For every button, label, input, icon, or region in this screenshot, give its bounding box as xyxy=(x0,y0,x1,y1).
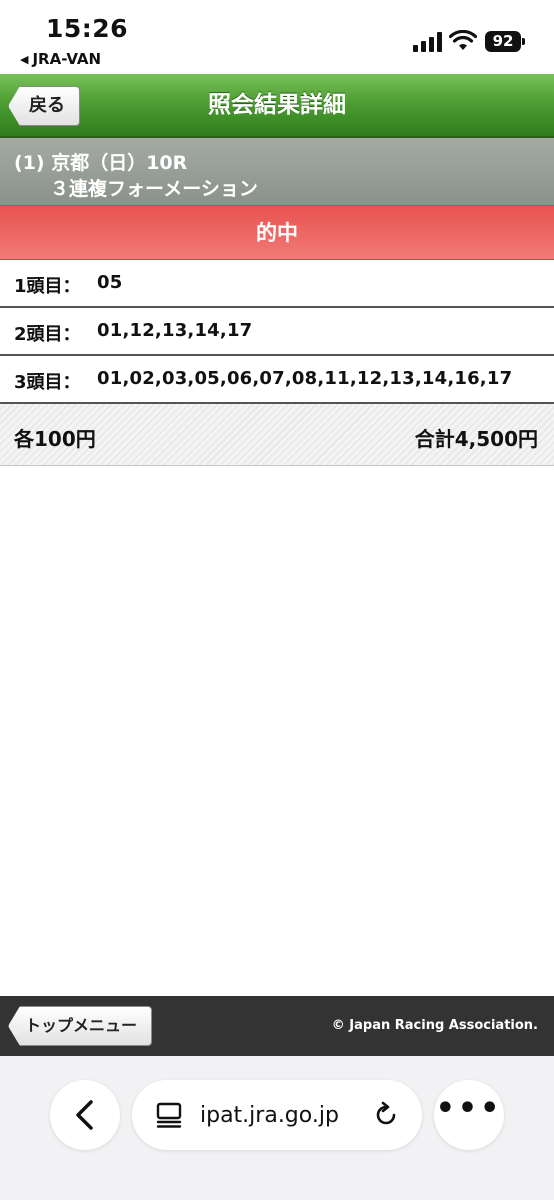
total-amount: 合計4,500円 xyxy=(414,427,538,451)
page-menu-icon xyxy=(156,1102,182,1128)
footer: トップメニュー © Japan Racing Association. xyxy=(0,996,554,1056)
url-text: ipat.jra.go.jp xyxy=(200,1103,339,1128)
race-info: (1) 京都（日）10R ３連複フォーメーション xyxy=(0,138,554,206)
back-button[interactable]: 戻る xyxy=(8,86,80,126)
list-item: 3頭目： 01,02,03,05,06,07,08,11,12,13,14,16… xyxy=(0,356,554,404)
app-header: 照会結果詳細 戻る xyxy=(0,74,554,138)
row-value: 01,02,03,05,06,07,08,11,12,13,14,16,17 xyxy=(97,368,513,389)
selection-list: 1頭目： 05 2頭目： 01,12,13,14,17 3頭目： 01,02,0… xyxy=(0,260,554,404)
row-label: 1頭目： xyxy=(14,276,81,297)
back-app-label: JRA-VAN xyxy=(32,50,102,68)
row-label: 3頭目： xyxy=(14,372,81,393)
battery-icon: 92 xyxy=(485,31,521,52)
list-item: 2頭目： 01,12,13,14,17 xyxy=(0,308,554,356)
page: 15:26 ◀ JRA-VAN 92 照会結果詳細 戻る (1) 京都（日）10… xyxy=(0,0,554,1200)
reload-icon[interactable] xyxy=(372,1101,400,1129)
result-banner: 的中 xyxy=(0,206,554,260)
page-title: 照会結果詳細 xyxy=(208,92,346,118)
battery-tip xyxy=(522,38,525,45)
wifi-icon xyxy=(449,30,477,50)
back-triangle-icon: ◀ xyxy=(20,52,29,66)
unit-amount: 各100円 xyxy=(14,427,96,451)
race-venue: (1) 京都（日）10R xyxy=(14,152,188,174)
cellular-signal-icon xyxy=(413,30,443,52)
top-menu-button[interactable]: トップメニュー xyxy=(8,1006,152,1046)
list-item: 1頭目： 05 xyxy=(0,260,554,308)
row-label: 2頭目： xyxy=(14,324,81,345)
totals-bar: 各100円 合計4,500円 xyxy=(0,404,554,466)
copyright-text: © Japan Racing Association. xyxy=(331,1018,538,1033)
browser-toolbar: ipat.jra.go.jp ••• xyxy=(0,1056,554,1200)
browser-back-button[interactable] xyxy=(50,1080,120,1150)
more-options-button[interactable]: ••• xyxy=(434,1080,504,1150)
bet-type: ３連複フォーメーション xyxy=(50,178,258,200)
more-dots-icon: ••• xyxy=(435,1091,503,1126)
row-value: 05 xyxy=(97,272,123,293)
row-value: 01,12,13,14,17 xyxy=(97,320,253,341)
chevron-left-icon xyxy=(76,1100,93,1130)
status-time: 15:26 xyxy=(46,14,129,43)
back-to-app-link[interactable]: ◀ JRA-VAN xyxy=(20,50,101,68)
address-bar[interactable]: ipat.jra.go.jp xyxy=(132,1080,422,1150)
status-bar: 15:26 ◀ JRA-VAN 92 xyxy=(0,0,554,74)
